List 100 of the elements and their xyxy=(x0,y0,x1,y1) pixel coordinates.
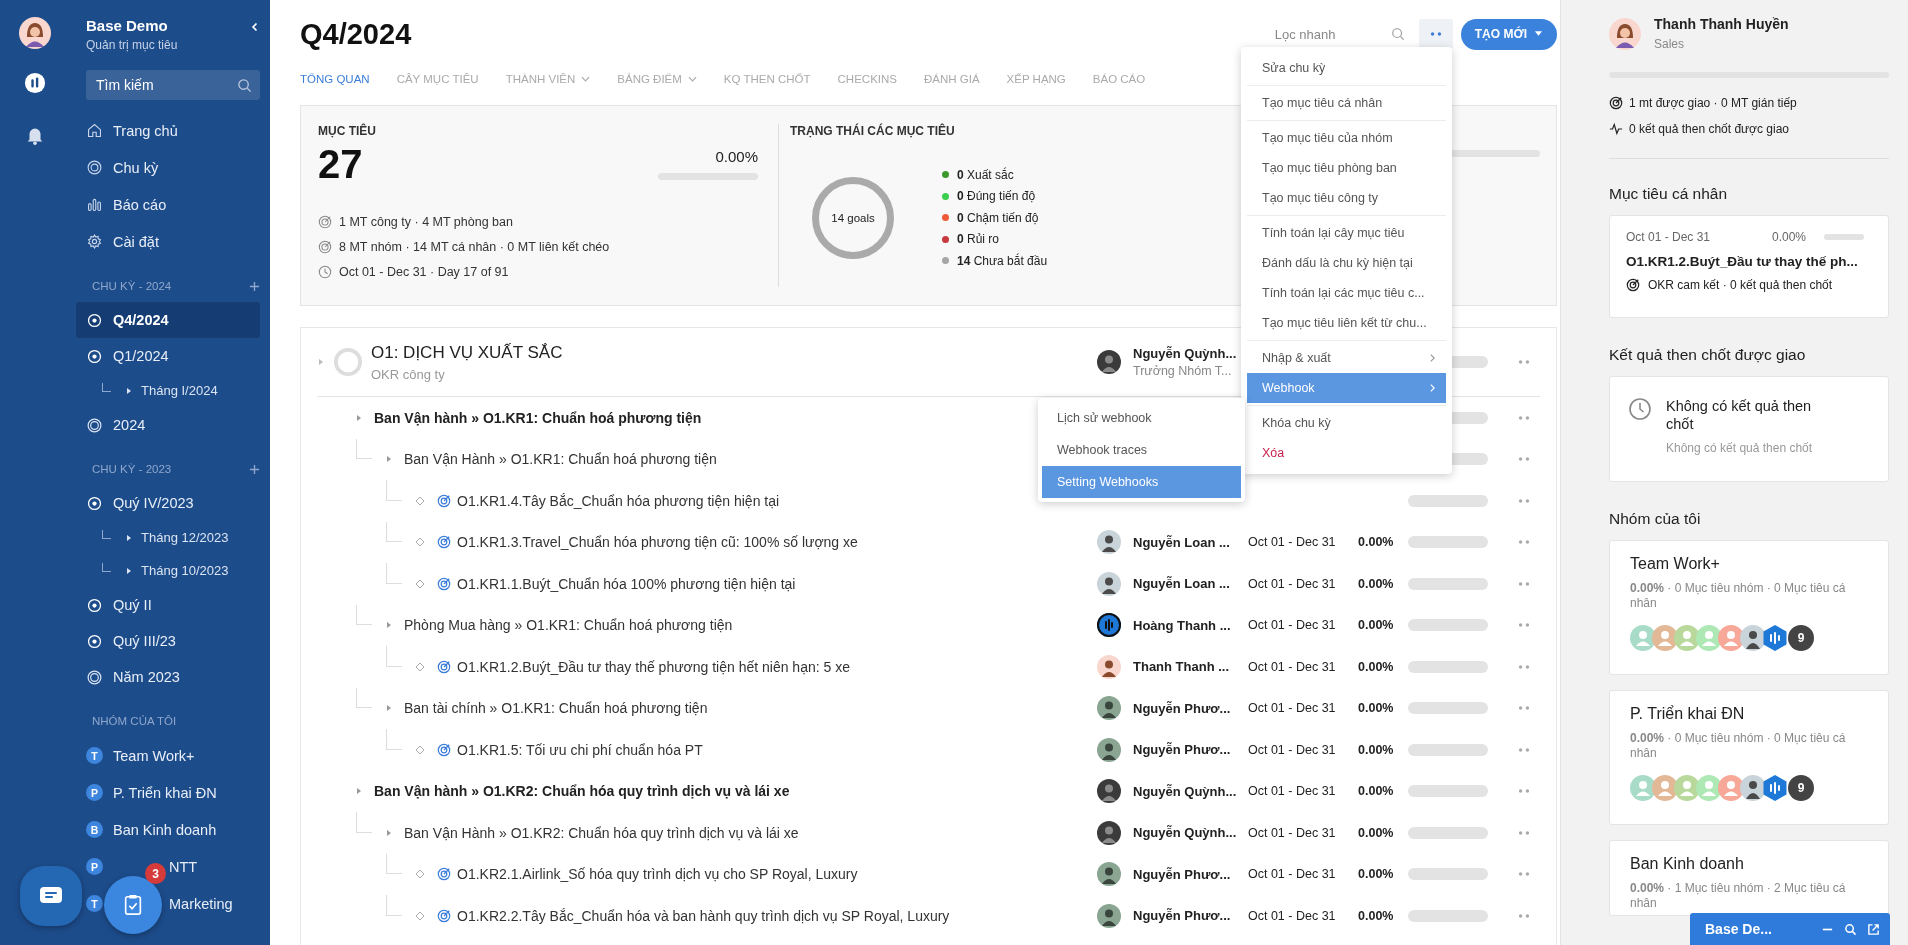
owner-name: Nguyễn Quỳnh... xyxy=(1133,346,1237,361)
key-result-title[interactable]: Ban Vận Hành » O1.KR2: Chuẩn hóa quy trình dịch vụ và lái xe xyxy=(404,824,799,841)
menu-item[interactable]: Sửa chu kỳ xyxy=(1247,53,1446,83)
tab[interactable]: TỔNG QUAN xyxy=(300,73,370,85)
member-avatar xyxy=(1718,775,1744,801)
menu-item[interactable]: Khóa chu kỳ xyxy=(1247,408,1446,438)
expand-icon[interactable] xyxy=(385,621,393,630)
key-result-title[interactable]: Ban Vận hành » O1.KR2: Chuẩn hóa quy trình dịch vụ và lái xe xyxy=(374,783,790,800)
month-item[interactable]: Tháng I/2024 xyxy=(141,383,218,398)
date-range: Oct 01 - Dec 31 xyxy=(1248,825,1336,840)
menu-item[interactable]: Xóa xyxy=(1247,438,1446,468)
cycle-item[interactable]: 2024 xyxy=(76,407,260,443)
cycle-item[interactable]: Quý III/23 xyxy=(76,623,260,659)
menu-item[interactable]: Tạo mục tiêu công ty xyxy=(1247,183,1446,213)
user-avatar[interactable] xyxy=(19,17,51,49)
more-icon[interactable] xyxy=(1518,829,1530,836)
create-button[interactable]: TẠO MỚI xyxy=(1460,18,1557,50)
menu-item[interactable]: Lịch sử webhook xyxy=(1042,402,1241,434)
cycle-item[interactable]: Quý IV/2023 xyxy=(76,485,260,521)
menu-item[interactable]: Tính toán lại cây mục tiêu xyxy=(1247,218,1446,248)
search-icon[interactable] xyxy=(1390,27,1405,41)
app-title: Base Demo xyxy=(86,17,169,34)
key-result-title[interactable]: O1.KR1.2.Buýt_Đầu tư thay thế phương tiện hết niên hạn: 5 xe xyxy=(457,658,850,675)
more-icon[interactable] xyxy=(1518,871,1530,878)
more-icon[interactable] xyxy=(1518,663,1530,670)
key-result-title[interactable]: Ban Vận hành » O1.KR1: Chuẩn hoá phương tiện xyxy=(374,409,702,426)
nav-item[interactable]: Báo cáo xyxy=(76,186,260,223)
add-icon[interactable] xyxy=(249,280,260,292)
key-result-title[interactable]: O1.KR1.5: Tối ưu chi phí chuẩn hóa PT xyxy=(457,741,703,758)
member-count: 9 xyxy=(1788,625,1814,651)
search-icon[interactable] xyxy=(237,78,252,93)
group-item[interactable]: Team Work+ xyxy=(113,747,195,764)
nav-item[interactable]: Cài đặt xyxy=(76,223,260,260)
key-result-title[interactable]: Phòng Mua hàng » O1.KR1: Chuẩn hoá phương tiện xyxy=(404,617,733,634)
menu-item[interactable]: Tạo mục tiêu của nhóm xyxy=(1247,123,1446,153)
key-result-title[interactable]: O1.KR2.1.Airlink_Số hóa quy trình dịch vụ cho SP Royal, Luxury xyxy=(457,866,858,883)
key-result-title[interactable]: O1.KR1.1.Buýt_Chuẩn hóa 100% phương tiện hiện tại xyxy=(457,575,796,592)
expand-icon[interactable] xyxy=(125,566,133,575)
more-icon[interactable] xyxy=(1518,580,1530,587)
objective-title[interactable]: O1: DỊCH VỤ XUẤT SẮC xyxy=(371,342,1097,363)
more-icon[interactable] xyxy=(1518,359,1530,365)
more-icon[interactable] xyxy=(1518,456,1530,463)
group-item[interactable]: NTT xyxy=(169,858,198,875)
group-item[interactable]: P. Triển khai ĐN xyxy=(113,784,217,801)
menu-item[interactable]: Tính toán lại các mục tiêu c... xyxy=(1247,278,1446,308)
group-card[interactable]: P. Triển khai ĐN 0.00% · 0 Mục tiêu nhóm · 0 Mục tiêu cá nhân 9 xyxy=(1609,690,1889,825)
user-avatar xyxy=(1609,17,1641,50)
cycle-item[interactable]: Q1/2024 xyxy=(76,338,260,374)
expand-icon[interactable] xyxy=(385,455,393,464)
month-item[interactable]: Tháng 12/2023 xyxy=(141,530,229,545)
expand-icon[interactable] xyxy=(385,828,393,837)
expand-icon[interactable] xyxy=(125,386,133,395)
target-icon xyxy=(86,632,103,650)
more-icon[interactable] xyxy=(1518,497,1530,504)
more-button[interactable] xyxy=(1418,19,1453,49)
menu-item[interactable]: Webhook traces xyxy=(1042,434,1241,466)
more-icon[interactable] xyxy=(1518,705,1530,712)
search-field[interactable]: Tìm kiếm xyxy=(86,70,260,100)
section-title: CHU KỲ - 2023 xyxy=(92,463,172,475)
more-icon[interactable] xyxy=(1518,788,1530,795)
cycle-item[interactable]: Năm 2023 xyxy=(76,659,260,695)
menu-item[interactable]: Tạo mục tiêu phòng ban xyxy=(1247,153,1446,183)
expand-icon[interactable] xyxy=(355,787,363,796)
search-icon[interactable] xyxy=(1844,922,1857,936)
cycle-item[interactable]: Q4/2024 xyxy=(76,302,260,338)
date-range: Oct 01 - Dec 31 xyxy=(1248,784,1336,799)
add-icon[interactable] xyxy=(249,463,260,475)
collapse-icon[interactable] xyxy=(250,22,260,32)
goal-card[interactable]: Oct 01 - Dec 31 0.00% O1.KR1.2.Buýt_Đầu tư thay thế ph... OKR cam kết · 0 kết quả then chốt xyxy=(1609,215,1889,318)
group-item[interactable]: Marketing xyxy=(169,895,233,912)
more-icon[interactable] xyxy=(1518,414,1530,421)
target-icon xyxy=(318,239,332,254)
group-card[interactable]: Ban Kinh doanh 0.00% · 1 Mục tiêu nhóm · 2 Mục tiêu cá nhân xyxy=(1609,840,1889,916)
month-item[interactable]: Tháng 10/2023 xyxy=(141,563,229,578)
external-link-icon[interactable] xyxy=(1867,922,1880,936)
menu-item[interactable]: Tạo mục tiêu cá nhân xyxy=(1247,88,1446,118)
expand-icon[interactable] xyxy=(125,533,133,542)
key-result-title[interactable]: O1.KR2.2.Tây Bắc_Chuẩn hóa và ban hành quy trình dịch vụ SP Royal, Luxury xyxy=(457,907,950,924)
status-label: 0 Rủi ro xyxy=(957,232,1000,247)
key-result-title[interactable]: O1.KR1.3.Travel_Chuẩn hóa phương tiện cũ: 100% số lượng xe xyxy=(457,534,858,551)
chat-dialog[interactable]: Base De... xyxy=(1690,913,1890,945)
more-icon[interactable] xyxy=(1518,746,1530,753)
key-result-title[interactable]: Ban Vận Hành » O1.KR1: Chuẩn hoá phương tiện xyxy=(404,451,717,468)
cycle-item[interactable]: Quý II xyxy=(76,587,260,623)
expand-icon[interactable] xyxy=(385,704,393,713)
app-subtitle: Quản trị mục tiêu xyxy=(86,38,178,52)
key-result-title[interactable]: O1.KR1.4.Tây Bắc_Chuẩn hóa phương tiện hiện tại xyxy=(457,492,780,509)
menu-item[interactable]: Nhập & xuất xyxy=(1247,343,1446,373)
nav-item[interactable]: Trang chủ xyxy=(76,112,260,149)
menu-item[interactable]: Tạo mục tiêu liên kết từ chu... xyxy=(1247,308,1446,338)
more-icon[interactable] xyxy=(1518,912,1530,919)
key-result-title[interactable]: Ban tài chính » O1.KR1: Chuẩn hoá phương tiện xyxy=(404,700,708,717)
group-item[interactable]: Ban Kinh doanh xyxy=(113,821,217,838)
more-icon[interactable] xyxy=(1518,622,1530,629)
expand-icon[interactable] xyxy=(355,413,363,422)
nav-item[interactable]: Chu kỳ xyxy=(76,149,260,186)
goals-icon[interactable] xyxy=(24,72,46,94)
more-icon[interactable] xyxy=(1518,539,1530,546)
group-card[interactable]: Team Work+ 0.00% · 0 Mục tiêu nhóm · 0 Mục tiêu cá nhân 9 xyxy=(1609,540,1889,675)
menu-item[interactable]: Đánh dấu là chu kỳ hiện tại xyxy=(1247,248,1446,278)
